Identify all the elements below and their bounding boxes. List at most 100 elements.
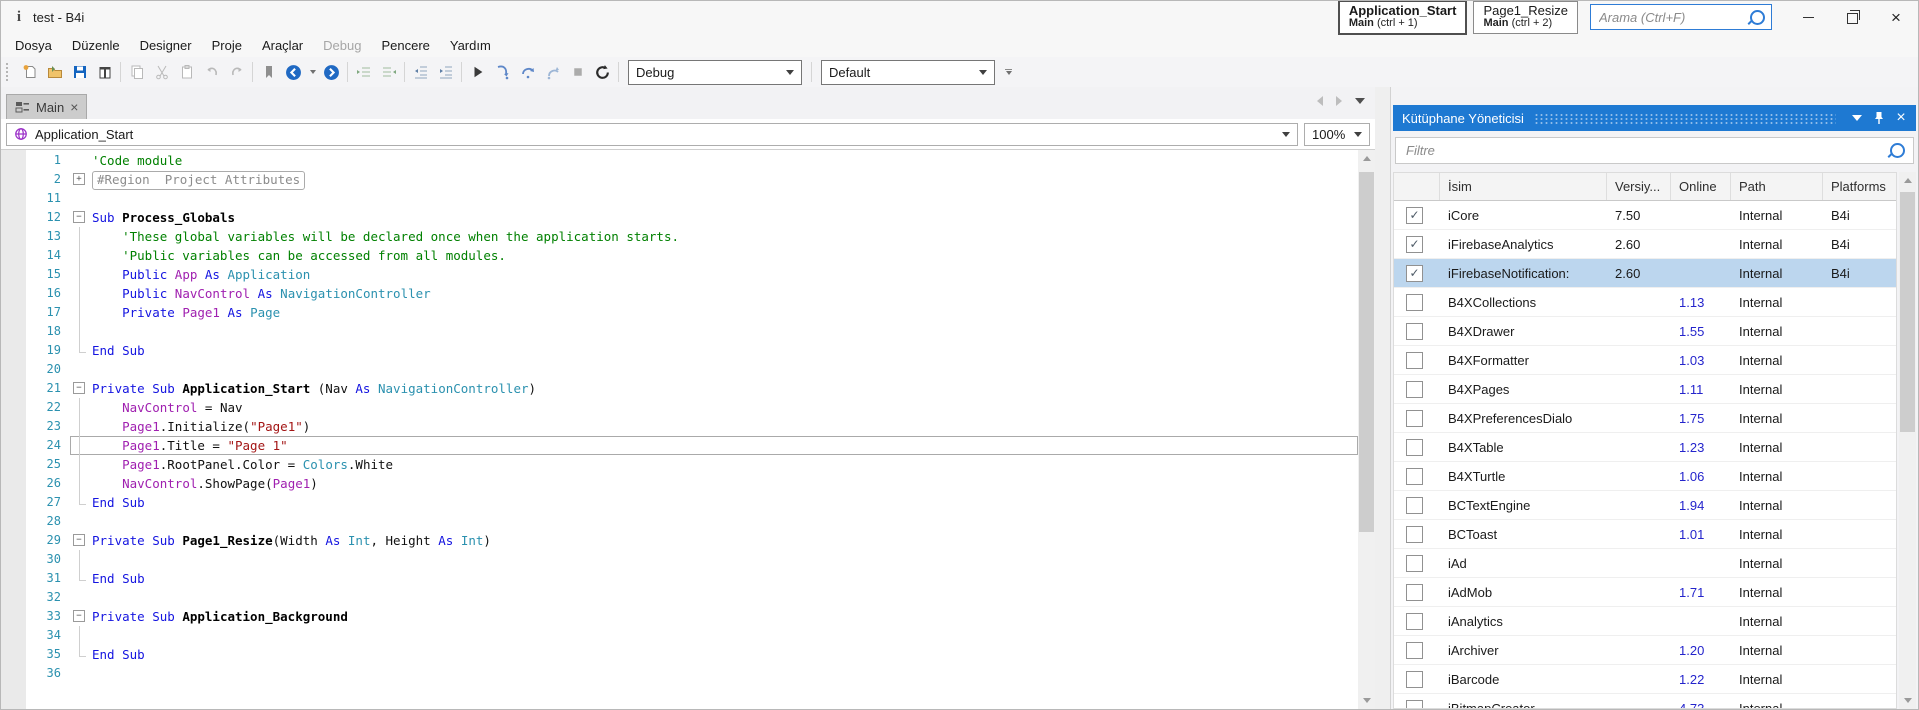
library-name[interactable]: iAdMob <box>1440 585 1607 600</box>
library-row[interactable]: iBitmapCreator 4.73 Internal <box>1394 694 1896 708</box>
library-online-version[interactable]: 1.55 <box>1671 324 1731 339</box>
step-into-button[interactable] <box>490 60 515 84</box>
collapse-region-icon[interactable]: − <box>73 382 85 394</box>
toolbar-overflow-button[interactable] <box>1005 69 1012 75</box>
run-button[interactable] <box>465 60 490 84</box>
code-editor[interactable]: 1 'Code module 2 + #Region Project Attribute… <box>1 150 1375 709</box>
jump-button-page1-resize[interactable]: Page1_Resize Main (ctrl + 2) <box>1473 1 1578 34</box>
scroll-tabs-right-icon[interactable] <box>1336 96 1342 106</box>
checkbox-unchecked[interactable] <box>1406 496 1423 514</box>
new-module-button[interactable] <box>17 60 42 84</box>
menu-item[interactable]: Yardım <box>440 35 501 56</box>
jump-button-application-start[interactable]: Application_Start Main (ctrl + 1) <box>1337 1 1468 35</box>
library-row[interactable]: B4XDrawer 1.55 Internal <box>1394 317 1896 346</box>
search-box[interactable] <box>1590 4 1772 30</box>
step-out-button[interactable] <box>540 60 565 84</box>
library-row[interactable]: B4XPreferencesDialo 1.75 Internal <box>1394 404 1896 433</box>
code-line[interactable]: 18 <box>1 322 1358 341</box>
stop-button[interactable] <box>565 60 590 84</box>
code-line[interactable]: 30 <box>1 550 1358 569</box>
code-line[interactable]: 25 Page1.RootPanel.Color = Colors.White <box>1 455 1358 474</box>
minimize-button[interactable] <box>1786 2 1830 32</box>
code-line[interactable]: 15 Public App As Application <box>1 265 1358 284</box>
navigate-back-button[interactable] <box>281 60 306 84</box>
toolbar-grip[interactable] <box>6 63 12 81</box>
column-path[interactable]: Path <box>1731 173 1823 200</box>
library-row[interactable]: ✓ iCore 7.50 Internal B4i <box>1394 201 1896 230</box>
collapse-region-icon[interactable]: − <box>73 610 85 622</box>
tab-main[interactable]: Main × <box>6 94 88 119</box>
code-line[interactable]: 24 Page1.Title = "Page 1" <box>1 436 1358 455</box>
library-name[interactable]: iAnalytics <box>1440 614 1607 629</box>
checkbox-unchecked[interactable] <box>1406 293 1423 311</box>
checkbox-checked[interactable]: ✓ <box>1406 235 1423 253</box>
panel-vertical-scrollbar[interactable] <box>1899 172 1916 709</box>
library-row[interactable]: iArchiver 1.20 Internal <box>1394 636 1896 665</box>
menu-item[interactable]: Designer <box>130 35 202 56</box>
checkbox-unchecked[interactable] <box>1406 612 1423 630</box>
redo-button[interactable] <box>224 60 249 84</box>
code-line[interactable]: 32 <box>1 588 1358 607</box>
library-online-version[interactable]: 1.11 <box>1671 382 1731 397</box>
checkbox-unchecked[interactable] <box>1406 467 1423 485</box>
code-line[interactable]: 2 + #Region Project Attributes <box>1 170 1358 190</box>
checkbox-unchecked[interactable] <box>1406 351 1423 369</box>
editor-vertical-scrollbar[interactable] <box>1358 150 1375 709</box>
checkbox-unchecked[interactable] <box>1406 525 1423 543</box>
library-online-version[interactable]: 1.23 <box>1671 440 1731 455</box>
code-line[interactable]: 16 Public NavControl As NavigationContro… <box>1 284 1358 303</box>
code-line[interactable]: 19 End Sub <box>1 341 1358 360</box>
library-row[interactable]: iAd Internal <box>1394 549 1896 578</box>
menu-item[interactable]: Araçlar <box>252 35 313 56</box>
library-name[interactable]: iFirebaseNotification: <box>1440 266 1607 281</box>
code-line[interactable]: 36 <box>1 664 1358 683</box>
code-line[interactable]: 21− Private Sub Application_Start (Nav As… <box>1 379 1358 398</box>
column-version[interactable]: Versiy... <box>1607 173 1671 200</box>
collapse-region-icon[interactable]: − <box>73 534 85 546</box>
code-line[interactable]: 35 End Sub <box>1 645 1358 664</box>
checkbox-unchecked[interactable] <box>1406 699 1423 708</box>
library-row[interactable]: B4XCollections 1.13 Internal <box>1394 288 1896 317</box>
menu-item[interactable]: Düzenle <box>62 35 130 56</box>
scroll-up-icon[interactable] <box>1899 172 1916 189</box>
scrollbar-thumb[interactable] <box>1359 172 1374 532</box>
zoom-selector[interactable]: 100% <box>1304 122 1370 146</box>
code-line[interactable]: 12− Sub Process_Globals <box>1 208 1358 227</box>
library-name[interactable]: B4XPreferencesDialo <box>1440 411 1607 426</box>
code-line[interactable]: 13 'These global variables will be decla… <box>1 227 1358 246</box>
panel-splitter[interactable] <box>1375 87 1390 709</box>
code-line[interactable]: 17 Private Page1 As Page <box>1 303 1358 322</box>
code-line[interactable]: 28 <box>1 512 1358 531</box>
checkbox-unchecked[interactable] <box>1406 583 1423 601</box>
library-online-version[interactable]: 1.13 <box>1671 295 1731 310</box>
tab-list-icon[interactable] <box>1355 98 1365 104</box>
code-line[interactable]: 1 'Code module <box>1 151 1358 170</box>
code-line[interactable]: 29− Private Sub Page1_Resize(Width As Int… <box>1 531 1358 550</box>
package-button[interactable] <box>92 60 117 84</box>
filter-box[interactable] <box>1395 137 1914 164</box>
code-line[interactable]: 14 'Public variables can be accessed fro… <box>1 246 1358 265</box>
library-name[interactable]: B4XFormatter <box>1440 353 1607 368</box>
code-line[interactable]: 27 End Sub <box>1 493 1358 512</box>
library-online-version[interactable]: 1.75 <box>1671 411 1731 426</box>
ui-configuration-select[interactable]: Default <box>821 59 995 85</box>
checkbox-unchecked[interactable] <box>1406 380 1423 398</box>
collapse-region-icon[interactable]: − <box>73 211 85 223</box>
library-name[interactable]: B4XDrawer <box>1440 324 1607 339</box>
library-name[interactable]: iCore <box>1440 208 1607 223</box>
build-configuration-select[interactable]: Debug <box>628 59 802 85</box>
checkbox-checked[interactable]: ✓ <box>1406 206 1423 224</box>
checkbox-unchecked[interactable] <box>1406 409 1423 427</box>
copy-button[interactable] <box>124 60 149 84</box>
outdent-button[interactable] <box>408 60 433 84</box>
scroll-down-icon[interactable] <box>1899 692 1916 709</box>
column-checkbox[interactable] <box>1394 173 1440 200</box>
scroll-tabs-left-icon[interactable] <box>1317 96 1323 106</box>
column-name[interactable]: İsim <box>1440 173 1607 200</box>
library-row[interactable]: B4XTurtle 1.06 Internal <box>1394 462 1896 491</box>
column-online[interactable]: Online <box>1671 173 1731 200</box>
comment-button[interactable] <box>351 60 376 84</box>
code-line[interactable]: 20 <box>1 360 1358 379</box>
library-online-version[interactable]: 1.20 <box>1671 643 1731 658</box>
code-line[interactable]: 23 Page1.Initialize("Page1") <box>1 417 1358 436</box>
